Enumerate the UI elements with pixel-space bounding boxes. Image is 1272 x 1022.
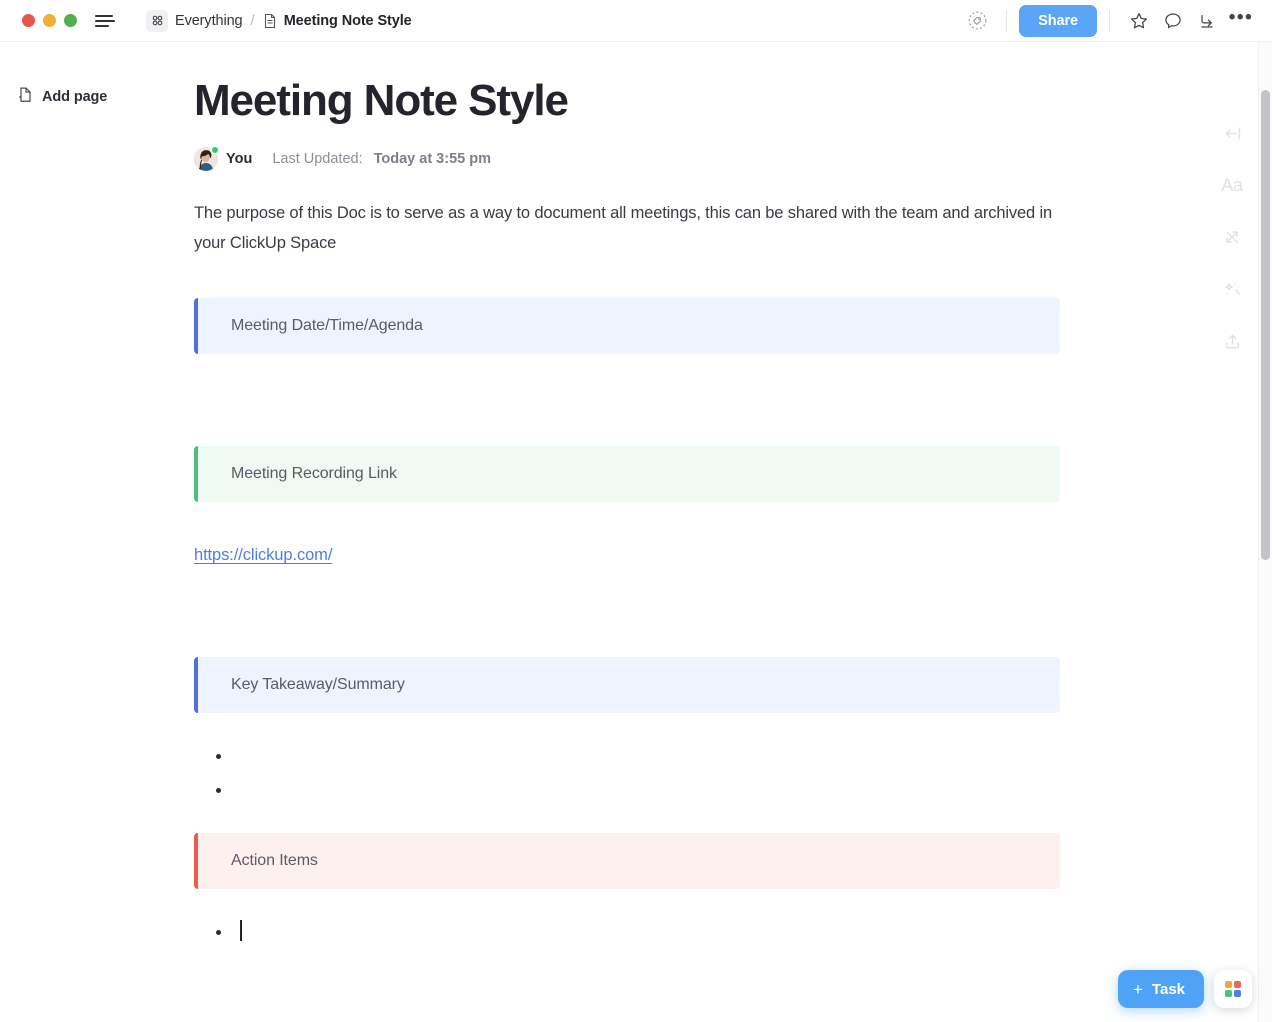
comment-bubble-icon[interactable] [1156, 4, 1190, 38]
window-controls [22, 14, 77, 27]
more-options-icon[interactable]: ••• [1224, 4, 1258, 38]
callout-accent-bar [194, 832, 198, 889]
add-task-label: Task [1151, 980, 1185, 998]
action-items-bullet-list [194, 915, 1252, 949]
callout-meeting-date-time-agenda[interactable]: Meeting Date/Time/Agenda [194, 297, 1060, 354]
minimize-window-button[interactable] [43, 14, 56, 27]
export-upload-icon[interactable] [1217, 326, 1247, 356]
collapse-left-icon[interactable] [1217, 118, 1247, 148]
hamburger-icon[interactable] [95, 14, 115, 28]
callout-action-items[interactable]: Action Items [194, 832, 1060, 889]
everything-grid-icon[interactable] [146, 9, 168, 32]
divider [1006, 9, 1008, 32]
left-sidebar: Add page [0, 42, 180, 1022]
recording-link[interactable]: https://clickup.com/ [194, 546, 332, 565]
callout-key-takeaway-summary[interactable]: Key Takeaway/Summary [194, 656, 1060, 713]
apps-dot [1224, 990, 1232, 998]
avatar[interactable] [194, 146, 219, 172]
last-updated-value: Today at 3:55 pm [373, 151, 491, 168]
callout-meeting-recording-link[interactable]: Meeting Recording Link [194, 445, 1060, 502]
floating-action-row: + Task [1117, 970, 1252, 1008]
callout-accent-bar [194, 656, 198, 713]
hamburger-line [95, 14, 113, 17]
callout-label: Key Takeaway/Summary [231, 675, 405, 693]
apps-dot [1234, 980, 1242, 988]
text-cursor [240, 919, 242, 941]
vertical-scrollbar-track[interactable] [1258, 42, 1272, 1022]
breadcrumb: Everything / Meeting Note Style [146, 9, 412, 32]
close-window-button[interactable] [22, 14, 35, 27]
callout-label: Meeting Date/Time/Agenda [231, 316, 423, 334]
callout-accent-bar [194, 297, 198, 354]
apps-dot [1224, 980, 1232, 988]
right-tool-rail: Aa [1210, 42, 1254, 356]
ai-sparkle-wand-icon[interactable] [1217, 274, 1247, 304]
apps-launcher-icon [1224, 980, 1242, 998]
add-page-icon [18, 86, 33, 107]
online-status-indicator [211, 146, 219, 155]
document-icon [263, 13, 277, 29]
summary-bullet-list [194, 739, 1252, 807]
divider [1109, 9, 1110, 32]
apps-launcher-button[interactable] [1214, 970, 1252, 1008]
last-updated-label: Last Updated: [272, 151, 363, 168]
breadcrumb-current-page[interactable]: Meeting Note Style [284, 13, 412, 29]
top-bar: Everything / Meeting Note Style Share ••… [0, 0, 1272, 42]
callout-label: Meeting Recording Link [231, 464, 397, 482]
breadcrumb-root-label[interactable]: Everything [175, 13, 243, 29]
author-name: You [226, 151, 253, 168]
callout-label: Action Items [231, 851, 318, 869]
share-button[interactable]: Share [1019, 4, 1097, 37]
add-page-label: Add page [42, 88, 108, 105]
plus-icon: + [1132, 979, 1143, 999]
tag-icon[interactable] [960, 4, 994, 38]
add-page-button[interactable]: Add page [18, 86, 180, 107]
callout-accent-bar [194, 445, 198, 502]
font-size-aa-icon[interactable]: Aa [1217, 170, 1247, 200]
vertical-scrollbar-thumb[interactable] [1261, 90, 1270, 560]
apps-dot [1234, 990, 1242, 998]
hamburger-line [95, 24, 109, 27]
document-canvas: Meeting Note Style You Last Updated: Tod… [180, 42, 1252, 1022]
top-bar-actions: Share ••• [960, 4, 1258, 38]
star-icon[interactable] [1122, 4, 1156, 38]
list-item[interactable] [216, 739, 1252, 773]
document-meta: You Last Updated: Today at 3:55 pm [194, 146, 1252, 172]
add-task-button[interactable]: + Task [1117, 970, 1204, 1008]
hamburger-line [95, 19, 115, 22]
download-icon[interactable] [1190, 4, 1224, 38]
intro-paragraph[interactable]: The purpose of this Doc is to serve as a… [194, 199, 1066, 258]
page-title[interactable]: Meeting Note Style [194, 76, 1252, 125]
list-item[interactable] [216, 773, 1252, 807]
relationships-arrows-icon[interactable] [1217, 222, 1247, 252]
breadcrumb-separator: / [250, 12, 255, 29]
zoom-window-button[interactable] [64, 14, 77, 27]
list-item[interactable] [216, 915, 1252, 949]
